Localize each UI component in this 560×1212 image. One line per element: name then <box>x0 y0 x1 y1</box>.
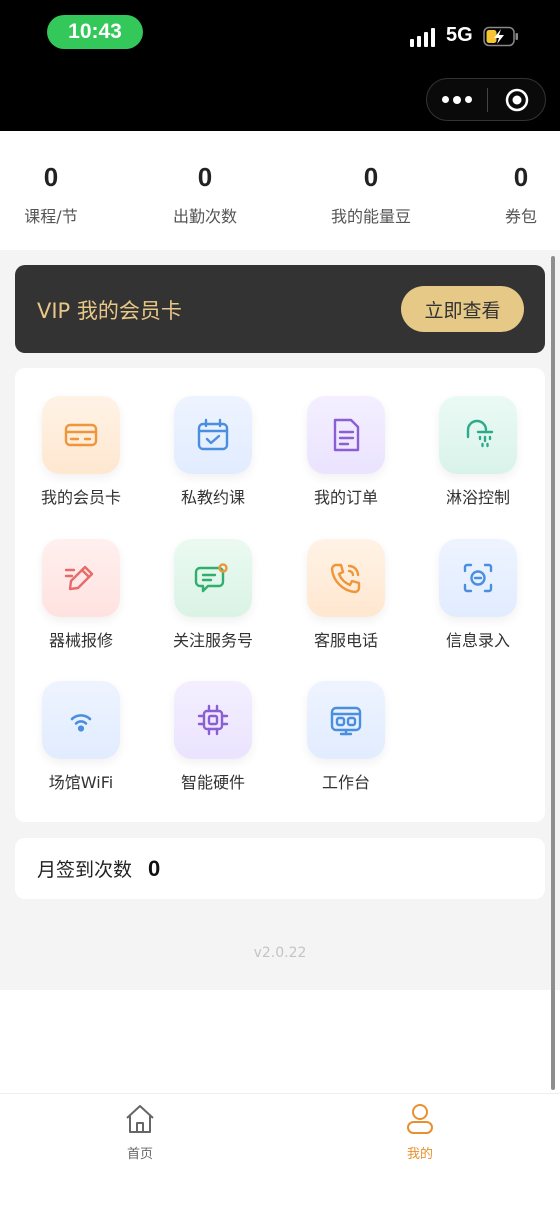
menu-label: 淋浴控制 <box>445 488 510 507</box>
signal-icon <box>410 27 435 47</box>
menu-item-equipment-repair[interactable]: 器械报修 <box>26 539 136 659</box>
tab-label: 首页 <box>126 1147 153 1162</box>
membership-card-icon <box>42 396 120 474</box>
menu-label: 智能硬件 <box>180 773 245 792</box>
stat-value: 0 <box>363 162 379 192</box>
calendar-check-icon <box>174 396 252 474</box>
checkin-count: 0 <box>148 855 161 881</box>
stat-value: 0 <box>43 162 59 192</box>
phone-icon <box>307 539 385 617</box>
checkin-label: 月签到次数 <box>37 859 133 881</box>
target-circle-icon[interactable] <box>488 87 545 113</box>
edit-pen-icon <box>42 539 120 617</box>
wifi-icon <box>42 681 120 759</box>
menu-label: 信息录入 <box>445 631 510 650</box>
stat-value: 0 <box>197 162 213 192</box>
workstation-icon <box>307 681 385 759</box>
chat-bubble-icon <box>174 539 252 617</box>
menu-label: 我的订单 <box>313 488 378 507</box>
user-icon <box>407 1104 433 1134</box>
stat-value: 0 <box>513 162 529 192</box>
menu-label: 场馆WiFi <box>48 773 114 792</box>
stats-row: 0 课程/节 0 出勤次数 0 我的能量豆 0 券包 <box>0 131 560 250</box>
stat-label: 我的能量豆 <box>330 207 411 226</box>
monthly-checkin[interactable]: 月签到次数 0 <box>15 838 545 899</box>
menu-item-customer-service[interactable]: 客服电话 <box>291 539 401 659</box>
battery-icon <box>483 26 518 47</box>
network-label: 5G <box>446 24 473 46</box>
menu-label: 私教约课 <box>180 488 245 507</box>
status-bar: 10:43 5G <box>0 0 560 131</box>
menu-item-wifi[interactable]: 场馆WiFi <box>26 681 136 801</box>
stat-courses[interactable]: 0 课程/节 <box>18 161 84 227</box>
stat-label: 出勤次数 <box>172 207 237 226</box>
mini-program-capsule <box>426 78 546 121</box>
tab-bar: 首页 我的 <box>0 1093 560 1212</box>
status-time: 10:43 <box>47 15 143 49</box>
menu-item-follow-account[interactable]: 关注服务号 <box>158 539 268 659</box>
stat-label: 券包 <box>504 207 537 226</box>
vip-title: VIP 我的会员卡 <box>37 299 182 323</box>
stat-attendance[interactable]: 0 出勤次数 <box>168 161 242 227</box>
tab-label: 我的 <box>406 1147 433 1162</box>
menu-grid: 我的会员卡 私教约课 我的订单 淋浴控制 器械报修 关注服务号 客服电话 信息录… <box>15 368 545 822</box>
chip-icon <box>174 681 252 759</box>
menu-label: 器械报修 <box>48 631 113 650</box>
menu-item-info-entry[interactable]: 信息录入 <box>423 539 533 659</box>
stat-energy-beans[interactable]: 0 我的能量豆 <box>326 161 416 227</box>
home-icon <box>126 1105 154 1133</box>
menu-label: 我的会员卡 <box>40 488 121 507</box>
face-scan-icon <box>439 539 517 617</box>
menu-item-workstation[interactable]: 工作台 <box>291 681 401 801</box>
menu-item-smart-hardware[interactable]: 智能硬件 <box>158 681 268 801</box>
stat-coupons[interactable]: 0 券包 <box>500 161 542 227</box>
tab-mine[interactable]: 我的 <box>380 1102 460 1162</box>
more-dots-icon[interactable] <box>427 79 487 120</box>
menu-label: 客服电话 <box>313 631 378 650</box>
stat-label: 课程/节 <box>24 207 78 226</box>
tab-home[interactable]: 首页 <box>100 1102 180 1162</box>
scrollbar[interactable] <box>551 256 555 1090</box>
shower-icon <box>439 396 517 474</box>
menu-item-orders[interactable]: 我的订单 <box>291 396 401 516</box>
menu-label: 工作台 <box>321 773 370 792</box>
menu-item-membership-card[interactable]: 我的会员卡 <box>26 396 136 516</box>
vip-view-button[interactable]: 立即查看 <box>401 286 524 332</box>
menu-item-private-lesson[interactable]: 私教约课 <box>158 396 268 516</box>
menu-item-shower[interactable]: 淋浴控制 <box>423 396 533 516</box>
app-version: v2.0.22 <box>253 945 307 961</box>
vip-card: VIP 我的会员卡 立即查看 <box>15 265 545 353</box>
document-icon <box>307 396 385 474</box>
menu-label: 关注服务号 <box>172 631 253 650</box>
